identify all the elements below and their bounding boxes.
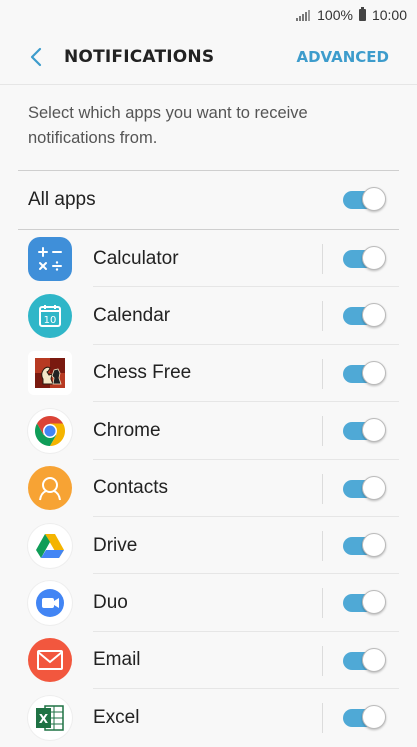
app-name: Chess Free — [93, 362, 192, 384]
contacts-toggle[interactable] — [343, 475, 387, 502]
svg-text:10: 10 — [44, 315, 57, 326]
email-icon — [28, 638, 72, 683]
app-row-drive[interactable]: Drive — [0, 517, 417, 575]
drive-toggle[interactable] — [343, 532, 387, 559]
app-list: Calculator 10 Calendar Chess Free Chrome… — [0, 230, 417, 747]
calendar-toggle[interactable] — [343, 303, 387, 329]
app-row-email[interactable]: Email — [0, 632, 417, 690]
chess-free-toggle[interactable] — [343, 360, 387, 387]
app-name: Duo — [93, 592, 128, 614]
app-name: Email — [93, 649, 141, 671]
app-name: Excel — [93, 706, 140, 728]
all-apps-row[interactable]: All apps — [0, 171, 417, 229]
chess-icon — [28, 351, 72, 396]
email-toggle[interactable] — [343, 647, 387, 674]
clock: 10:00 — [371, 7, 407, 23]
app-row-calculator[interactable]: Calculator — [0, 230, 417, 288]
description-text: Select which apps you want to receive no… — [28, 104, 308, 147]
svg-text:X: X — [39, 712, 49, 726]
battery-icon — [358, 7, 366, 21]
calculator-icon — [28, 236, 72, 281]
page-title: NOTIFICATIONS — [64, 47, 215, 67]
app-name: Chrome — [93, 419, 161, 441]
excel-toggle[interactable] — [343, 705, 387, 731]
drive-icon — [28, 523, 72, 568]
app-row-duo[interactable]: Duo — [0, 574, 417, 632]
excel-icon: X — [28, 695, 72, 740]
app-name: Contacts — [93, 477, 168, 499]
back-button[interactable] — [18, 39, 54, 75]
app-row-excel[interactable]: X Excel — [0, 689, 417, 746]
calendar-icon: 10 — [28, 294, 72, 339]
app-name: Calendar — [93, 305, 171, 327]
header: NOTIFICATIONS ADVANCED — [0, 30, 417, 85]
calculator-toggle[interactable] — [343, 246, 387, 272]
battery-percent: 100% — [317, 7, 353, 23]
chrome-toggle[interactable] — [343, 418, 387, 444]
duo-toggle[interactable] — [343, 590, 387, 616]
contacts-icon — [28, 466, 72, 511]
app-name: Drive — [93, 534, 138, 556]
chevron-left-icon — [30, 47, 42, 67]
status-bar: 100% 10:00 — [0, 0, 417, 30]
app-name: Calculator — [93, 247, 179, 269]
advanced-button[interactable]: ADVANCED — [296, 48, 389, 66]
app-row-calendar[interactable]: 10 Calendar — [0, 287, 417, 345]
all-apps-toggle[interactable] — [343, 187, 387, 213]
chrome-icon — [28, 408, 72, 453]
app-row-chrome[interactable]: Chrome — [0, 402, 417, 460]
all-apps-label: All apps — [28, 189, 96, 210]
app-row-contacts[interactable]: Contacts — [0, 460, 417, 517]
signal-icon — [296, 9, 311, 21]
app-row-chess-free[interactable]: Chess Free — [0, 345, 417, 403]
duo-icon — [28, 581, 72, 626]
